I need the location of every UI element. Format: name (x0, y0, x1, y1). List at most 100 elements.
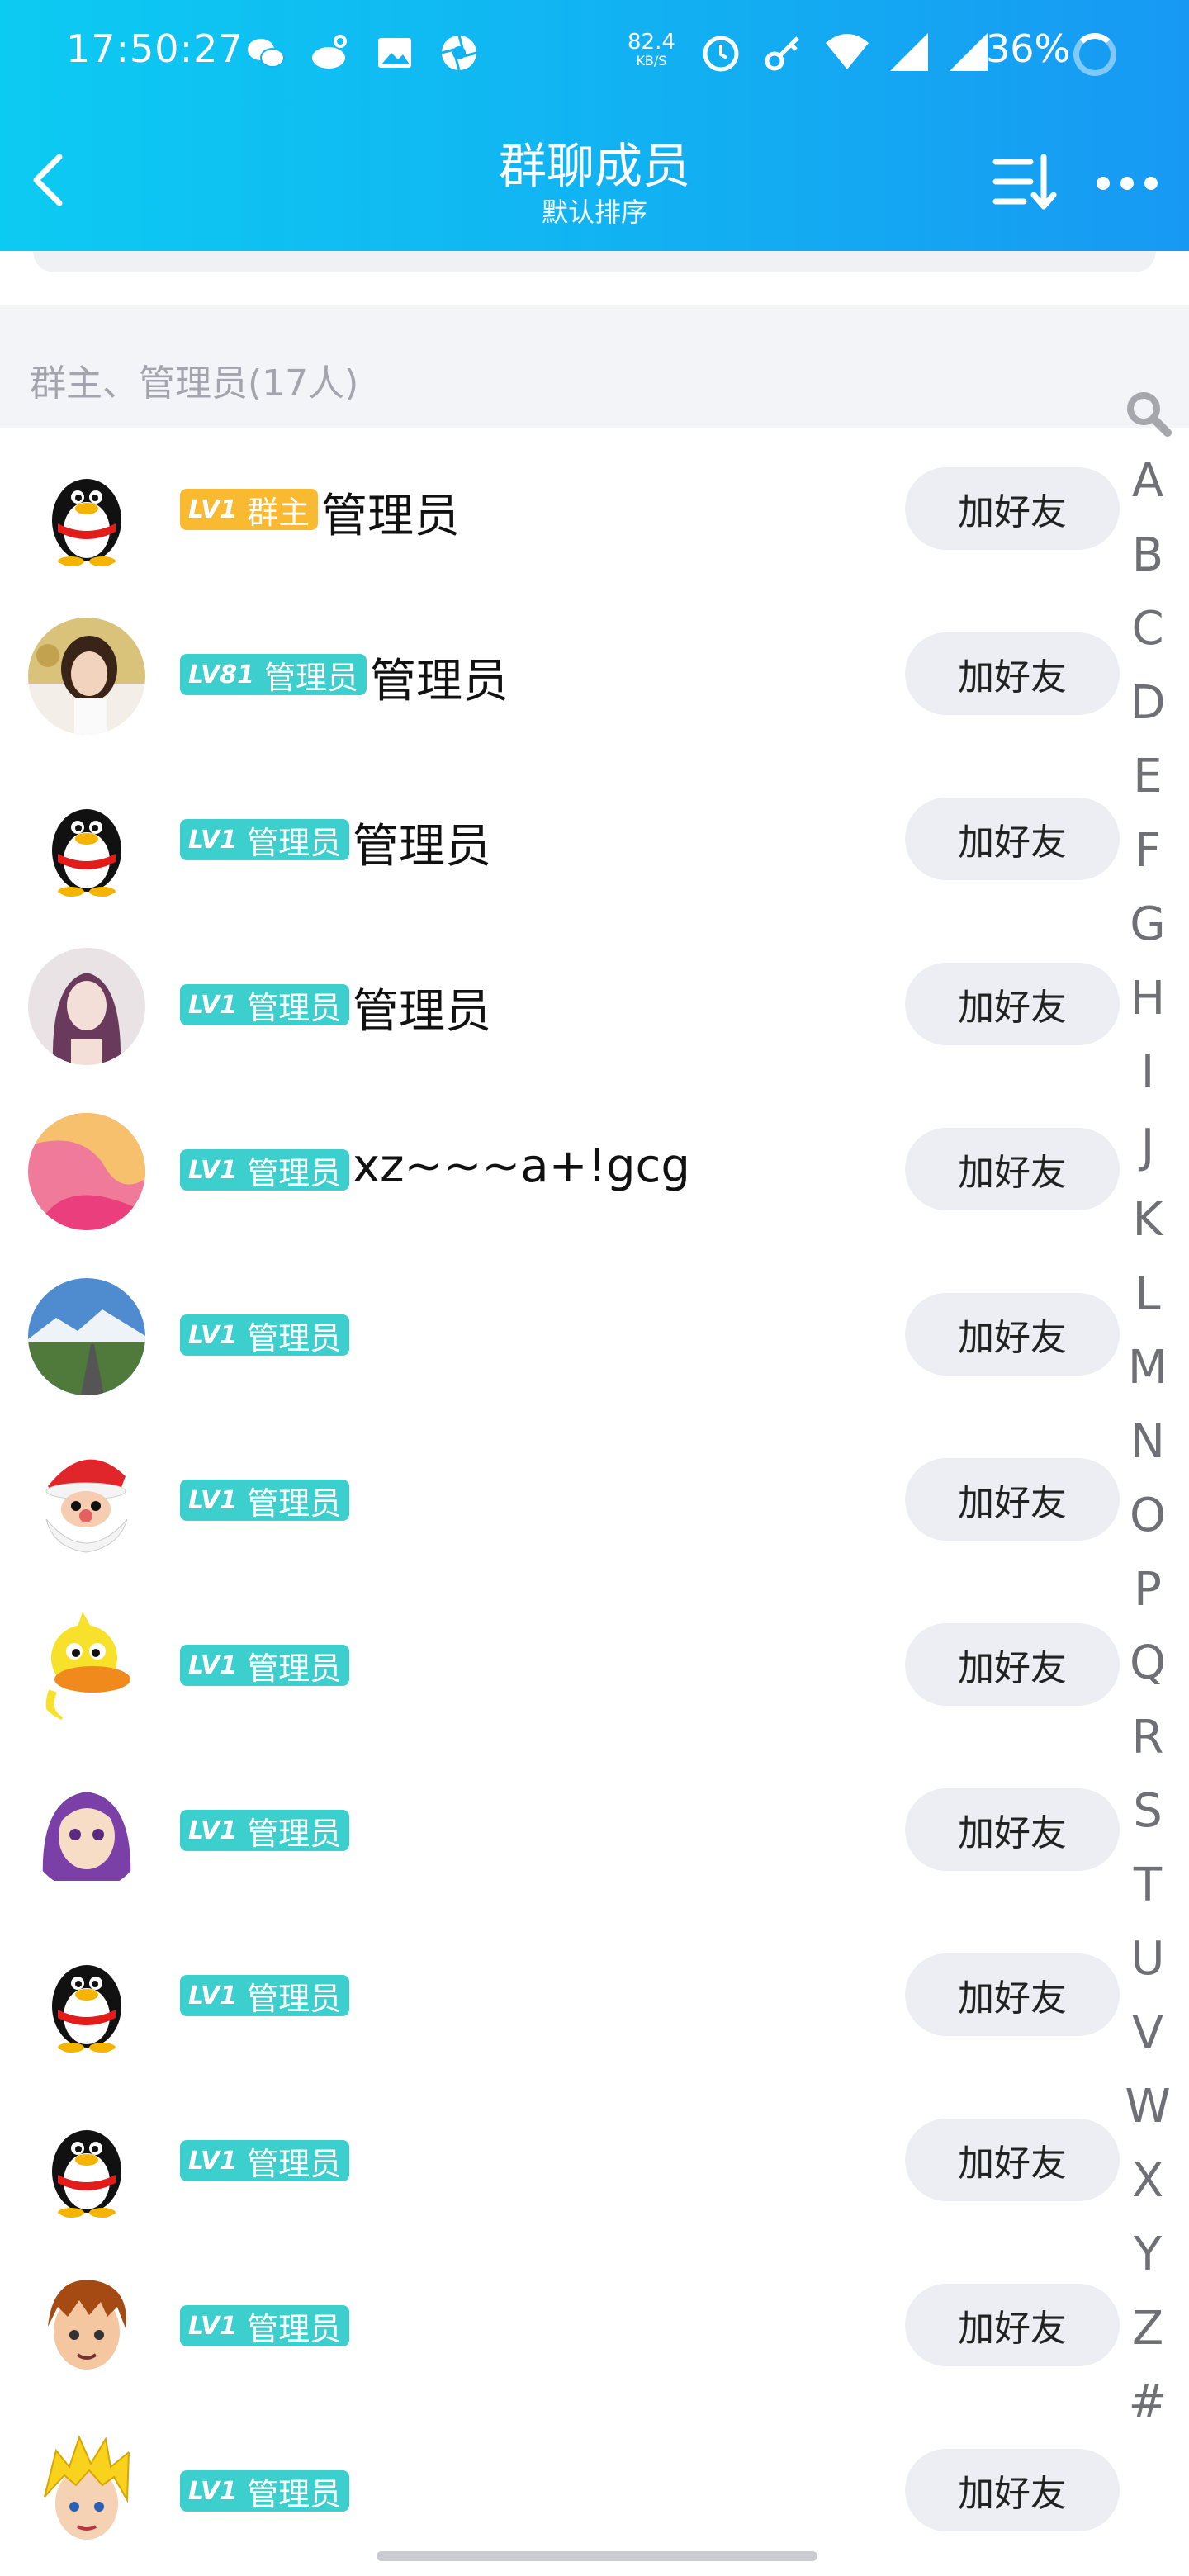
more-icon (1097, 177, 1158, 190)
net-speed-unit: KB/S (636, 53, 667, 69)
brown-hair-avatar[interactable] (28, 2269, 145, 2386)
index-letter[interactable]: A (1115, 444, 1181, 519)
level-label: LV1 (188, 1155, 238, 1185)
member-row[interactable]: LV1 管理员 加好友 (0, 1584, 1189, 1749)
index-letter[interactable]: N (1115, 1405, 1181, 1480)
member-row[interactable]: LV1 管理员 xz~~~a+!gcg 加好友 (0, 1088, 1189, 1253)
purple-hair-avatar[interactable] (28, 1773, 145, 1891)
photo-avatar-girl[interactable] (28, 618, 145, 735)
penguin-avatar[interactable] (28, 783, 145, 900)
index-letter[interactable]: B (1115, 519, 1181, 593)
member-row[interactable]: LV81 管理员 管理员 加好友 (0, 593, 1189, 758)
index-letter[interactable]: O (1115, 1479, 1181, 1553)
index-letter[interactable]: L (1115, 1257, 1181, 1332)
member-row[interactable]: LV1 管理员 加好友 (0, 1749, 1189, 1914)
photo-avatar-woman[interactable] (28, 948, 145, 1065)
index-letter[interactable]: X (1115, 2144, 1181, 2218)
penguin-avatar[interactable] (28, 1939, 145, 2056)
home-indicator[interactable] (377, 2551, 817, 2561)
index-letter[interactable]: Y (1115, 2218, 1181, 2292)
member-row[interactable]: LV1 管理员 管理员 加好友 (0, 758, 1189, 923)
level-label: LV1 (188, 1650, 238, 1680)
index-letter[interactable]: W (1115, 2070, 1181, 2144)
admin-badge: LV1 管理员 (180, 1480, 350, 1522)
member-row[interactable]: LV1 管理员 加好友 (0, 1418, 1189, 1584)
index-letter[interactable]: D (1115, 666, 1181, 741)
admin-badge: LV1 管理员 (180, 1149, 350, 1191)
add-friend-button[interactable]: 加好友 (905, 2119, 1120, 2201)
role-label: 管理员 (263, 659, 358, 696)
member-name: 管理员 (370, 655, 509, 708)
battery-icon (1073, 33, 1116, 76)
role-label: 管理员 (247, 2310, 342, 2347)
title-bar: 群聊成员 默认排序 (0, 116, 1189, 251)
admin-badge: LV1 管理员 (180, 2305, 350, 2347)
add-friend-button[interactable]: 加好友 (905, 798, 1120, 880)
weibo-icon (309, 31, 352, 74)
blonde-avatar[interactable] (28, 2434, 145, 2551)
alarm-icon (699, 30, 743, 78)
index-letter[interactable]: H (1115, 962, 1181, 1036)
search-box-edge[interactable] (33, 251, 1156, 272)
member-row[interactable]: LV1 管理员 加好友 (0, 2079, 1189, 2244)
member-row[interactable]: LV1 管理员 加好友 (0, 1914, 1189, 2079)
wechat-icon (244, 31, 287, 74)
index-letter[interactable]: M (1115, 1331, 1181, 1405)
role-label: 管理员 (247, 1485, 342, 1522)
member-row[interactable]: LV1 管理员 加好友 (0, 1253, 1189, 1418)
index-letter[interactable]: V (1115, 1996, 1181, 2071)
add-friend-button[interactable]: 加好友 (905, 467, 1120, 550)
add-friend-button[interactable]: 加好友 (905, 1623, 1120, 1706)
index-letter[interactable]: T (1115, 1849, 1181, 1923)
more-button[interactable] (1090, 145, 1164, 220)
add-friend-button[interactable]: 加好友 (905, 1293, 1120, 1376)
admin-badge: LV1 管理员 (180, 1810, 350, 1852)
index-letter[interactable]: I (1115, 1035, 1181, 1110)
level-label: LV1 (188, 495, 238, 524)
index-letter[interactable]: R (1115, 1701, 1181, 1775)
add-friend-button[interactable]: 加好友 (905, 963, 1120, 1045)
index-letter[interactable]: E (1115, 740, 1181, 814)
index-letter[interactable]: # (1115, 2365, 1181, 2440)
index-letter[interactable]: C (1115, 592, 1181, 666)
pink-avatar[interactable] (28, 1113, 145, 1230)
sort-button[interactable] (988, 145, 1062, 220)
add-friend-button[interactable]: 加好友 (905, 1788, 1120, 1871)
alphabet-index[interactable]: A B C D E F G H I J K L M N O P Q R S T U V W X Y Z # (1115, 388, 1181, 2440)
index-letter[interactable]: J (1115, 1110, 1181, 1184)
member-row[interactable]: LV1 管理员 管理员 加好友 (0, 923, 1189, 1088)
admin-badge: LV1 管理员 (180, 1975, 350, 2017)
role-label: 管理员 (247, 1319, 342, 1357)
index-letter[interactable]: S (1115, 1774, 1181, 1849)
member-row[interactable]: LV1 群主 管理员 加好友 (0, 428, 1189, 593)
index-letter[interactable]: G (1115, 888, 1181, 962)
member-name: xz~~~a+!gcg (353, 1139, 690, 1193)
level-label: LV1 (188, 2476, 238, 2506)
penguin-avatar[interactable] (28, 452, 145, 570)
index-letter[interactable]: K (1115, 1183, 1181, 1257)
net-speed: 82.4 KB/S (628, 31, 675, 69)
add-friend-button[interactable]: 加好友 (905, 1458, 1120, 1541)
duck-avatar[interactable] (28, 1608, 145, 1726)
add-friend-button[interactable]: 加好友 (905, 1953, 1120, 2036)
landscape-avatar[interactable] (28, 1278, 145, 1395)
member-row[interactable]: LV1 管理员 加好友 (0, 2244, 1189, 2409)
index-letter[interactable]: Q (1115, 1627, 1181, 1701)
index-letter[interactable]: Z (1115, 2292, 1181, 2366)
add-friend-button[interactable]: 加好友 (905, 2449, 1120, 2531)
admin-badge: LV1 管理员 (180, 1314, 350, 1357)
signal-icon (888, 31, 930, 76)
add-friend-button[interactable]: 加好友 (905, 1128, 1120, 1210)
index-letter[interactable]: U (1115, 1922, 1181, 1996)
owner-badge: LV1 群主 (180, 489, 319, 531)
admin-badge: LV1 管理员 (180, 2470, 350, 2512)
penguin-avatar[interactable] (28, 2104, 145, 2221)
search-icon[interactable] (1123, 388, 1172, 438)
index-letter[interactable]: P (1115, 1553, 1181, 1627)
member-row[interactable]: LV1 管理员 加好友 (0, 2409, 1189, 2574)
add-friend-button[interactable]: 加好友 (905, 2284, 1120, 2366)
gallery-icon (373, 31, 416, 74)
santa-avatar[interactable] (28, 1443, 145, 1560)
add-friend-button[interactable]: 加好友 (905, 632, 1120, 715)
index-letter[interactable]: F (1115, 814, 1181, 888)
